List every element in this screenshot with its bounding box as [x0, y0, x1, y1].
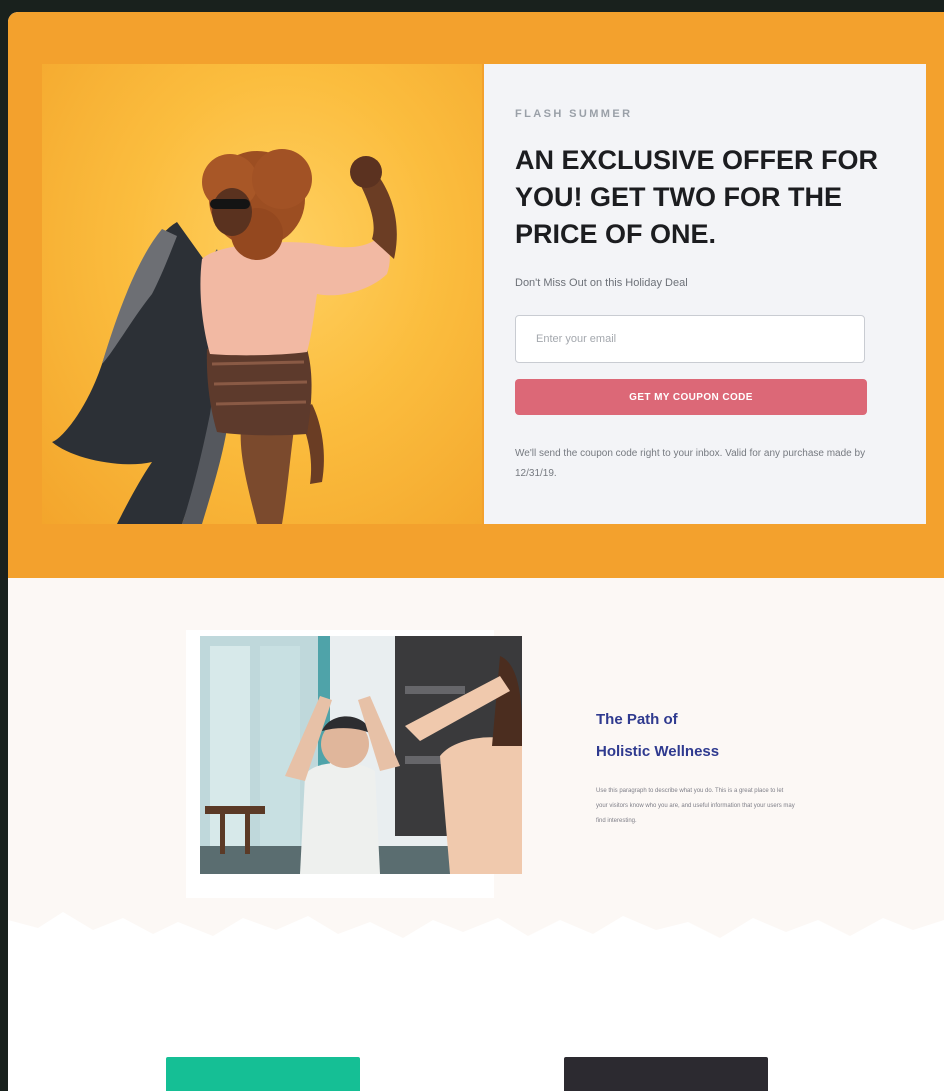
wellness-body: Use this paragraph to describe what you …: [596, 788, 795, 824]
offer-card: FLASH SUMMER AN EXCLUSIVE OFFER FOR YOU!…: [484, 64, 926, 524]
wellness-title-line-2: Holistic Wellness: [596, 743, 720, 760]
yoga-class-illustration: [200, 636, 522, 874]
offer-note: We'll send the coupon code right to your…: [515, 448, 866, 479]
offer-eyebrow: FLASH SUMMER: [515, 108, 633, 120]
offer-subtitle: Don't Miss Out on this Holiday Deal: [515, 277, 688, 289]
wellness-photo: [200, 636, 522, 874]
hero-photo: [42, 64, 482, 524]
wellness-title: The Path of Holistic Wellness: [596, 704, 846, 768]
offer-title: AN EXCLUSIVE OFFER FOR YOU! GET TWO FOR …: [515, 145, 879, 249]
primary-cta-button[interactable]: [166, 1057, 360, 1091]
wellness-title-line-1: The Path of: [596, 711, 678, 728]
torn-paper-divider: [8, 912, 944, 1091]
secondary-cta-button[interactable]: [564, 1057, 768, 1091]
landing-page: FLASH SUMMER AN EXCLUSIVE OFFER FOR YOU!…: [8, 12, 944, 1091]
wellness-section: The Path of Holistic Wellness Use this p…: [8, 578, 944, 1091]
email-input[interactable]: [515, 315, 865, 363]
dancing-woman-illustration: [52, 149, 397, 524]
get-coupon-button[interactable]: GET MY COUPON CODE: [515, 379, 867, 415]
hero-section: FLASH SUMMER AN EXCLUSIVE OFFER FOR YOU!…: [8, 12, 944, 578]
